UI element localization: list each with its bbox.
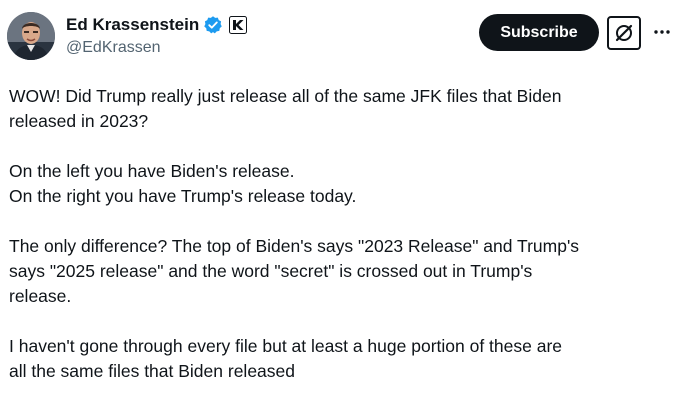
tweet-card: Ed Krassenstein @EdKrassen Subscribe WOW… [0,0,700,407]
tweet-line: release. [9,286,72,306]
tweet-line: I haven't gone through every file but at… [9,336,563,356]
more-dots-icon [654,30,670,34]
tweet-line: On the right you have Trump's release to… [9,186,357,206]
user-handle[interactable]: @EdKrassen [66,39,161,57]
grok-button[interactable] [607,16,641,50]
tweet-paragraph: On the left you have Biden's release. On… [9,159,689,209]
tweet-line: WOW! Did Trump really just release all o… [9,86,562,106]
display-name[interactable]: Ed Krassenstein [66,15,199,35]
avatar[interactable] [7,12,55,60]
tweet-line: says "2025 release" and the word "secret… [9,261,533,281]
more-options-button[interactable] [650,20,674,44]
verified-badge-icon [203,15,223,35]
avatar-image [7,12,55,60]
grok-icon [615,24,633,42]
affiliate-badge-icon[interactable] [229,16,248,34]
tweet-paragraph: I haven't gone through every file but at… [9,334,689,384]
tweet-text: WOW! Did Trump really just release all o… [9,84,689,407]
tweet-line: The only difference? The top of Biden's … [9,236,580,256]
tweet-line: all the same files that Biden released [9,361,295,381]
tweet-paragraph: The only difference? The top of Biden's … [9,234,689,309]
tweet-line: On the left you have Biden's release. [9,161,295,181]
subscribe-button[interactable]: Subscribe [479,14,599,51]
tweet-paragraph: WOW! Did Trump really just release all o… [9,84,689,134]
tweet-header: Ed Krassenstein @EdKrassen Subscribe [0,0,700,70]
tweet-line: released in 2023? [9,111,149,131]
name-row: Ed Krassenstein [66,13,248,37]
